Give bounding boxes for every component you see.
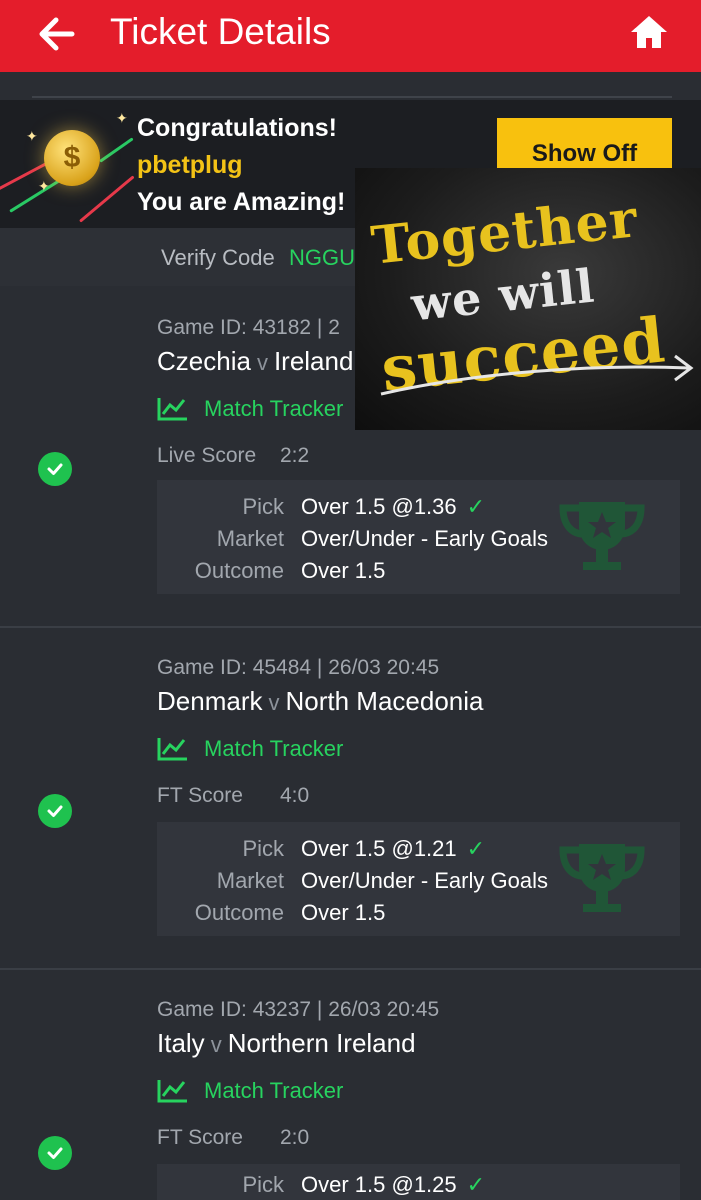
bet-details-box: Pick Over 1.5 @1.36 ✓ Market Over/Under -…	[157, 480, 680, 594]
trophy-icon	[559, 502, 645, 570]
home-team: Denmark	[157, 686, 263, 716]
back-button[interactable]	[34, 14, 78, 54]
vs-label: v	[210, 1032, 222, 1057]
bet-item: Game ID: 43237 | 26/03 20:45 Italy v North…	[0, 970, 701, 1200]
motivational-image: Together we will succeed	[355, 168, 701, 430]
match-tracker-label: Match Tracker	[204, 396, 344, 421]
check-circle-icon	[38, 1136, 72, 1170]
coin-icon: $	[44, 130, 100, 186]
divider	[32, 96, 672, 98]
market-value: Over/Under - Early Goals	[301, 526, 548, 551]
pick-value: Over 1.5 @1.36 ✓	[301, 494, 486, 519]
app-header: Ticket Details	[0, 0, 701, 72]
away-team: Ireland	[273, 346, 354, 376]
score-label: Live Score	[157, 444, 257, 467]
vs-label: v	[256, 350, 268, 375]
home-button[interactable]	[629, 12, 669, 52]
match-teams: Italy v Northern Ireland	[157, 1028, 416, 1059]
decor-streak	[79, 175, 135, 223]
score-label: FT Score	[157, 1126, 243, 1149]
outcome-value: Over 1.5	[301, 558, 386, 583]
outcome-value: Over 1.5	[301, 900, 386, 925]
sparkle-icon: ✦	[116, 110, 128, 126]
bet-details-box: Pick Over 1.5 @1.25 ✓	[157, 1164, 680, 1200]
congrats-heading: Congratulations!	[137, 114, 337, 142]
check-circle-icon	[38, 452, 72, 486]
username: pbetplug	[137, 151, 243, 179]
match-tracker-link[interactable]: Match Tracker	[157, 736, 343, 762]
bet-details-box: Pick Over 1.5 @1.21 ✓ Market Over/Under -…	[157, 822, 680, 936]
check-circle-icon	[38, 794, 72, 828]
verify-label: Verify Code	[161, 245, 275, 270]
verify-code[interactable]: NGGU	[289, 245, 355, 271]
match-tracker-label: Match Tracker	[204, 736, 344, 761]
score-value: 2:0	[280, 1126, 310, 1149]
away-team: Northern Ireland	[227, 1028, 416, 1058]
market-label: Market	[216, 526, 284, 551]
score-label: FT Score	[157, 784, 243, 807]
arrow-right-icon	[380, 354, 694, 396]
pick-label: Pick	[242, 494, 284, 519]
match-tracker-link[interactable]: Match Tracker	[157, 396, 343, 422]
outcome-label: Outcome	[194, 558, 284, 583]
score-value: 4:0	[280, 784, 310, 807]
pick-value: Over 1.5 @1.25 ✓	[301, 1172, 486, 1197]
outcome-label: Outcome	[194, 900, 284, 925]
bet-item: Game ID: 45484 | 26/03 20:45 Denmark v Nor…	[0, 628, 701, 970]
home-icon	[631, 16, 667, 48]
sparkle-icon: ✦	[38, 178, 50, 194]
pick-value: Over 1.5 @1.21 ✓	[301, 836, 486, 861]
arrow-left-icon	[39, 17, 75, 51]
header-spacer	[0, 72, 701, 99]
tick-icon: ✓	[466, 1172, 486, 1197]
sparkle-icon: ✦	[26, 128, 38, 144]
market-value: Over/Under - Early Goals	[301, 868, 548, 893]
score-value: 2:2	[280, 444, 310, 467]
chart-icon	[157, 738, 187, 761]
match-tracker-label: Match Tracker	[204, 1078, 344, 1103]
tick-icon: ✓	[466, 494, 486, 519]
match-teams: Czechia v Ireland	[157, 346, 353, 377]
game-id: Game ID: 45484 | 26/03 20:45	[157, 656, 440, 679]
home-team: Czechia	[157, 346, 251, 376]
game-id: Game ID: 43237 | 26/03 20:45	[157, 998, 440, 1021]
page-title: Ticket Details	[110, 11, 331, 52]
pick-label: Pick	[242, 836, 284, 861]
match-teams: Denmark v North Macedonia	[157, 686, 483, 717]
match-tracker-link[interactable]: Match Tracker	[157, 1078, 343, 1104]
pick-label: Pick	[242, 1172, 284, 1197]
market-label: Market	[216, 868, 284, 893]
vs-label: v	[268, 690, 280, 715]
trophy-icon	[559, 844, 645, 912]
image-text-together: Together	[368, 188, 641, 277]
decor-streak	[99, 137, 134, 163]
tick-icon: ✓	[466, 836, 486, 861]
game-id: Game ID: 43182 | 2	[157, 316, 340, 339]
chart-icon	[157, 398, 187, 421]
away-team: North Macedonia	[285, 686, 484, 716]
chart-icon	[157, 1080, 187, 1103]
congrats-message: You are Amazing!	[137, 188, 346, 216]
home-team: Italy	[157, 1028, 205, 1058]
